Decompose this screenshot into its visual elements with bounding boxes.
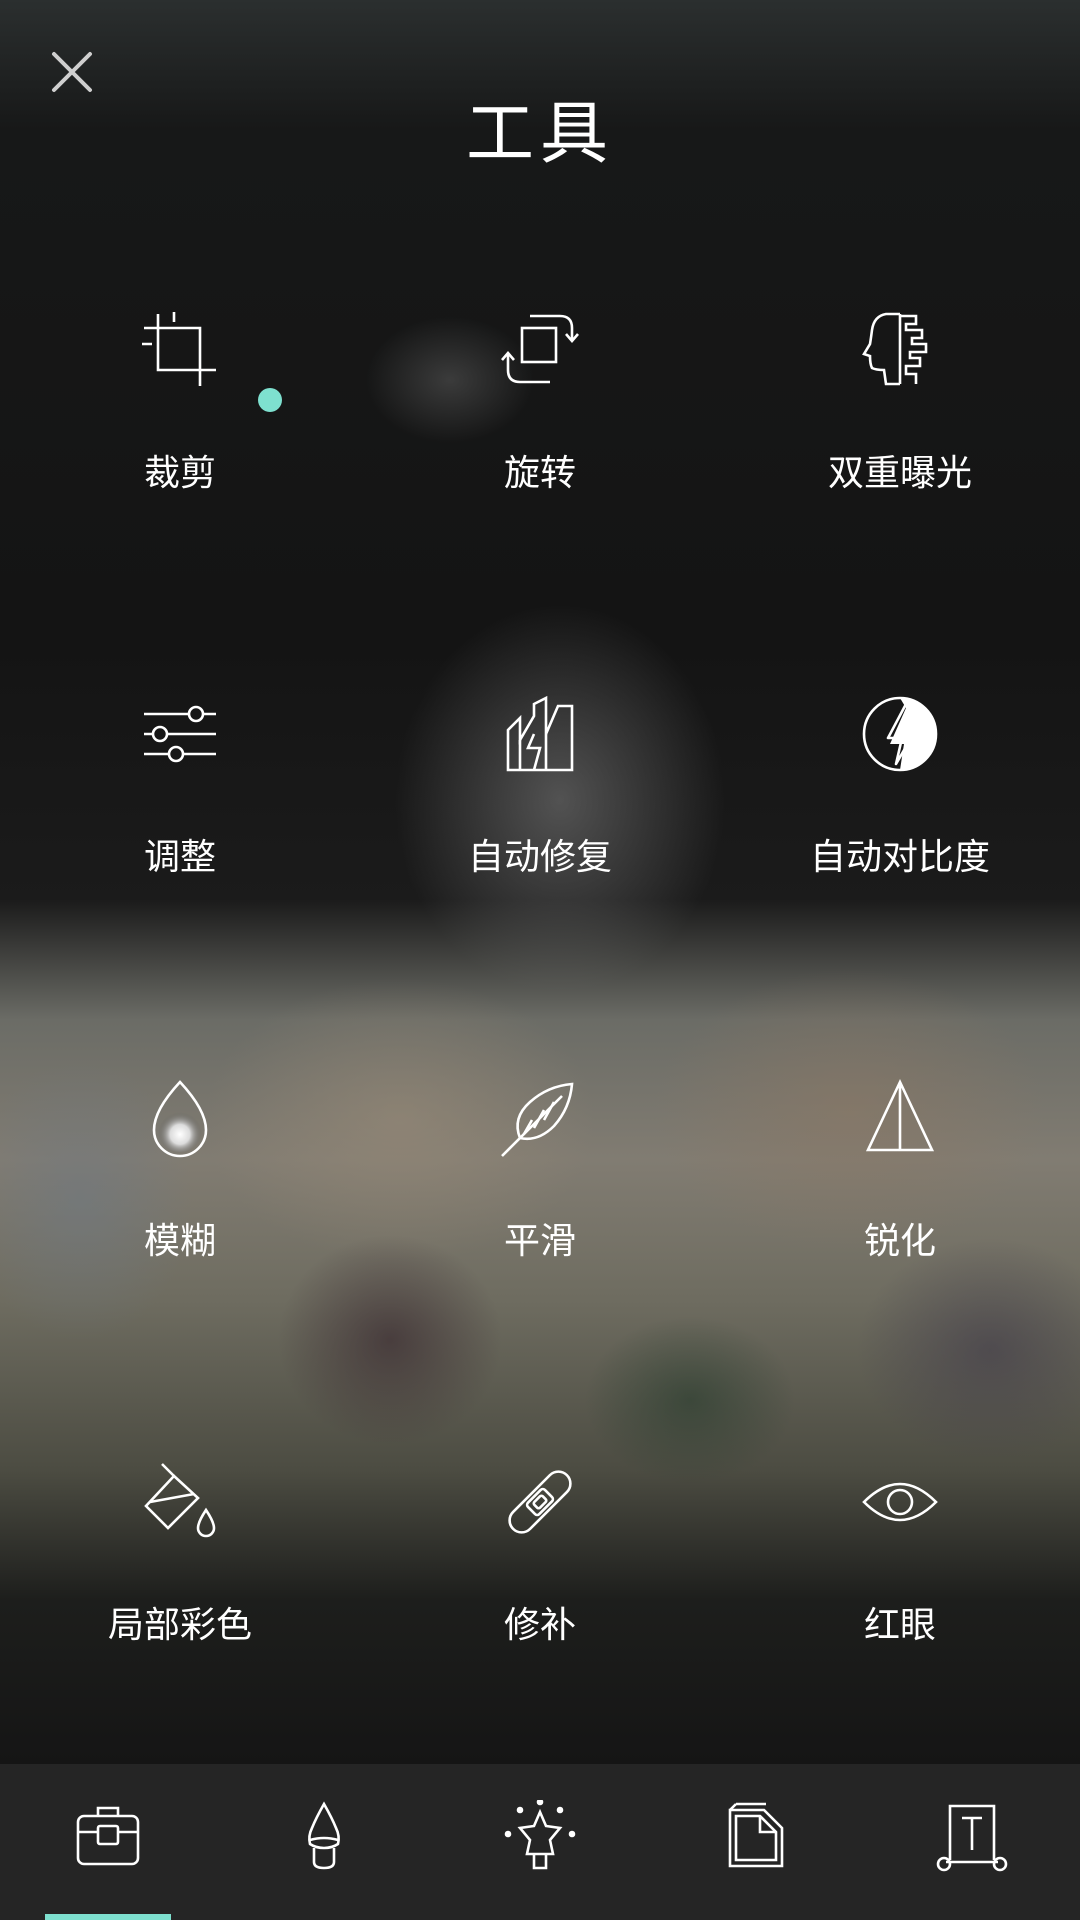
tool-label: 自动对比度 xyxy=(809,837,990,878)
tool-label: 旋转 xyxy=(503,453,576,494)
sharpen-icon xyxy=(860,1078,940,1158)
auto-fix-icon xyxy=(500,694,580,774)
tab-effects[interactable] xyxy=(216,1764,432,1920)
tool-adjust[interactable]: 调整 xyxy=(0,662,360,1046)
tool-auto-fix[interactable]: 自动修复 xyxy=(360,662,720,1046)
text-icon xyxy=(936,1804,1008,1872)
new-badge-dot xyxy=(258,388,282,412)
blur-drop-icon xyxy=(140,1078,220,1158)
adjust-sliders-icon xyxy=(140,694,220,774)
rotate-icon xyxy=(500,310,580,390)
selected-tab-indicator xyxy=(45,1914,171,1920)
tab-tools[interactable] xyxy=(0,1764,216,1920)
tool-label: 平滑 xyxy=(503,1221,576,1262)
effects-brush-icon xyxy=(308,1801,340,1870)
tab-frames[interactable] xyxy=(648,1764,864,1920)
tool-label: 局部彩色 xyxy=(107,1605,252,1646)
tools-grid: 裁剪 旋转 双重曝光 调整 自动修复 自动对比度 模糊 平滑 锐化 局部彩色 修… xyxy=(0,278,1080,1814)
tool-label: 锐化 xyxy=(863,1221,936,1262)
tool-label: 修补 xyxy=(503,1605,576,1646)
tool-red-eye[interactable]: 红眼 xyxy=(720,1430,1080,1814)
bottom-tab-bar xyxy=(0,1764,1080,1920)
tool-smooth[interactable]: 平滑 xyxy=(360,1046,720,1430)
tool-label: 裁剪 xyxy=(143,453,216,494)
tool-label: 调整 xyxy=(143,837,216,878)
page-title: 工具 xyxy=(465,95,614,174)
double-exposure-icon xyxy=(860,310,940,390)
tool-label: 自动修复 xyxy=(467,837,612,878)
tool-selective-color[interactable]: 局部彩色 xyxy=(0,1430,360,1814)
tool-label: 红眼 xyxy=(863,1605,936,1646)
tab-stickers[interactable] xyxy=(432,1764,648,1920)
tool-heal[interactable]: 修补 xyxy=(360,1430,720,1814)
smooth-feather-icon xyxy=(500,1078,580,1158)
tab-text[interactable] xyxy=(864,1764,1080,1920)
stickers-star-icon xyxy=(504,1800,576,1870)
tool-label: 模糊 xyxy=(143,1221,216,1262)
red-eye-icon xyxy=(860,1462,940,1542)
frames-page-icon xyxy=(728,1802,784,1868)
tool-label: 双重曝光 xyxy=(827,453,972,494)
tool-crop[interactable]: 裁剪 xyxy=(0,278,360,662)
tools-toolbox-icon xyxy=(76,1806,140,1866)
heal-bandage-icon xyxy=(500,1462,580,1542)
tool-auto-contrast[interactable]: 自动对比度 xyxy=(720,662,1080,1046)
tool-rotate[interactable]: 旋转 xyxy=(360,278,720,662)
selective-color-icon xyxy=(140,1462,220,1542)
tool-blur[interactable]: 模糊 xyxy=(0,1046,360,1430)
auto-contrast-icon xyxy=(860,694,940,774)
tool-double-exposure[interactable]: 双重曝光 xyxy=(720,278,1080,662)
tool-sharpen[interactable]: 锐化 xyxy=(720,1046,1080,1430)
crop-icon xyxy=(140,310,220,390)
